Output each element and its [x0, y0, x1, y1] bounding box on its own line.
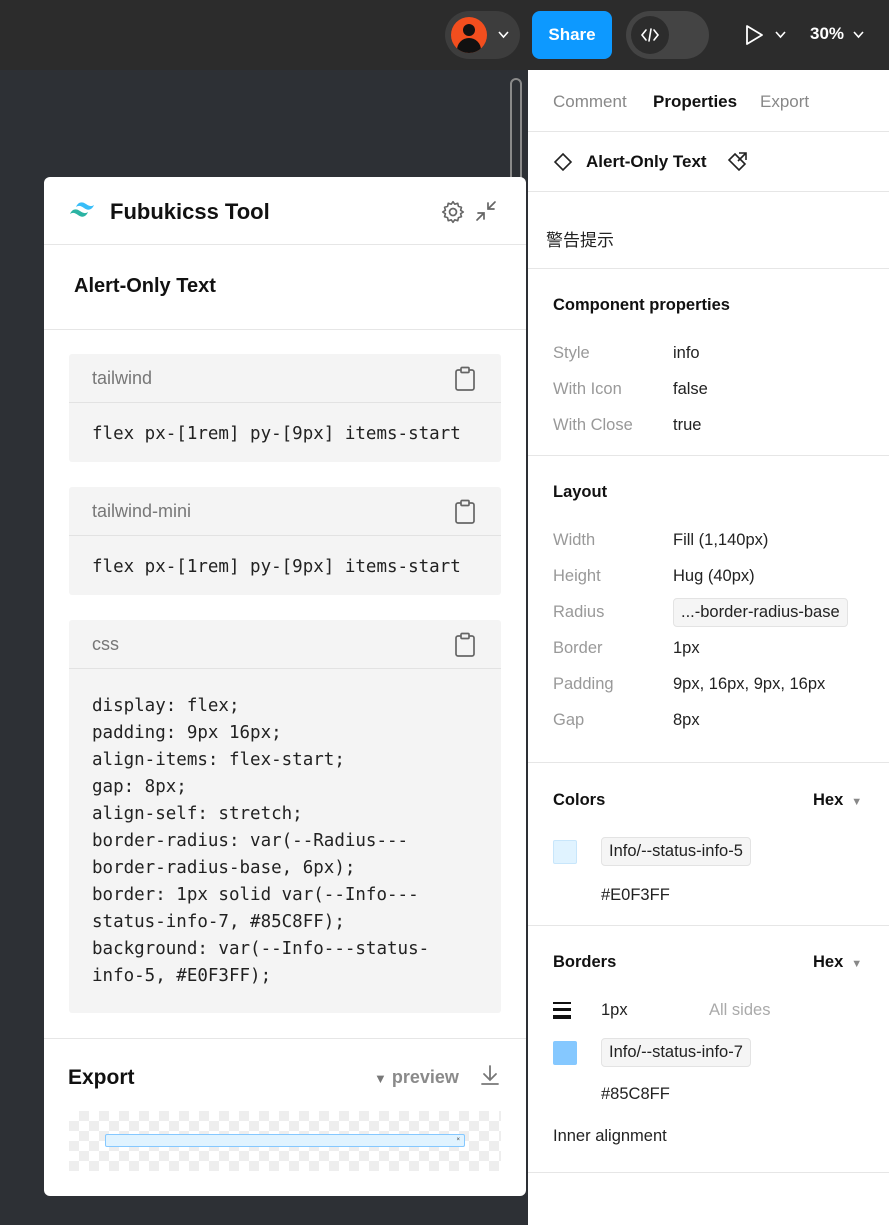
- properties-panel: Comment Properties Export Alert-Only Tex…: [528, 70, 889, 1225]
- dev-mode-toggle[interactable]: [626, 11, 709, 59]
- prop-value: true: [673, 416, 702, 434]
- gear-icon[interactable]: [440, 199, 466, 225]
- export-section: Export ▼ preview ×: [44, 1038, 526, 1196]
- code-block-label: css: [92, 634, 119, 654]
- color-swatch: [553, 840, 577, 864]
- layout-label: Gap: [553, 711, 585, 729]
- share-button[interactable]: Share: [532, 11, 612, 59]
- clipboard-icon[interactable]: [454, 366, 476, 392]
- component-instance-icon: [553, 152, 573, 172]
- borders-section: Borders Hex ▼ 1px All sides Info/--status…: [528, 926, 889, 1173]
- code-block-tailwind-mini: tailwind-mini flex px-[1rem] py-[9px] it…: [69, 487, 501, 595]
- border-sides: All sides: [709, 1001, 771, 1019]
- layout-value: 8px: [673, 711, 700, 729]
- code-content[interactable]: flex px-[1rem] py-[9px] items-start: [69, 536, 501, 599]
- tab-comment[interactable]: Comment: [553, 92, 627, 112]
- code-block-css: css display: flex; padding: 9px 16px; al…: [69, 620, 501, 1013]
- layout-label: Padding: [553, 675, 614, 693]
- layout-label: Height: [553, 567, 601, 585]
- border-color-hex[interactable]: #85C8FF: [601, 1085, 670, 1104]
- prop-value: false: [673, 380, 708, 398]
- clipboard-icon[interactable]: [454, 499, 476, 525]
- tailwind-logo-icon: [70, 202, 94, 217]
- component-name: Alert-Only Text: [74, 275, 216, 297]
- component-properties-section: Component properties Style info With Ico…: [528, 269, 889, 456]
- border-weight: 1px: [601, 1001, 628, 1019]
- border-weight-icon: [553, 1002, 571, 1019]
- colors-section: Colors Hex ▼ Info/--status-info-5 #E0F3FF: [528, 763, 889, 926]
- chevron-down-icon[interactable]: [498, 31, 509, 39]
- color-format-select[interactable]: Hex ▼: [813, 791, 862, 810]
- component-header: Alert-Only Text: [528, 132, 889, 192]
- component-title: Alert-Only Text: [586, 152, 707, 171]
- alert-preview-thumbnail: ×: [105, 1134, 465, 1147]
- prop-label: With Close: [553, 416, 633, 434]
- present-button[interactable]: [743, 24, 786, 51]
- tab-export[interactable]: Export: [760, 92, 809, 112]
- code-icon: [640, 28, 660, 42]
- chevron-down-icon[interactable]: [775, 31, 786, 39]
- preview-toggle[interactable]: ▼ preview: [374, 1067, 459, 1088]
- prop-value: info: [673, 344, 700, 362]
- prop-label: With Icon: [553, 380, 622, 398]
- export-preview-image: ×: [69, 1111, 501, 1171]
- zoom-control[interactable]: 30%: [810, 24, 864, 44]
- section-title: Layout: [553, 483, 608, 501]
- avatar[interactable]: [451, 17, 487, 53]
- export-title: Export: [68, 1066, 135, 1089]
- color-token[interactable]: Info/--status-info-5: [601, 837, 751, 866]
- section-title: Borders: [553, 953, 617, 971]
- close-icon: ×: [456, 1137, 460, 1143]
- preview-label: preview: [391, 1067, 459, 1087]
- plugin-header: Fubukicss Tool: [44, 177, 526, 245]
- code-block-tailwind: tailwind flex px-[1rem] py-[9px] items-s…: [69, 354, 501, 462]
- chevron-down-icon: [853, 30, 864, 38]
- layout-value: Fill (1,140px): [673, 531, 769, 549]
- layout-label: Border: [553, 639, 603, 657]
- selected-component: Alert-Only Text: [44, 245, 526, 330]
- clipboard-icon[interactable]: [454, 632, 476, 658]
- layout-label: Width: [553, 531, 596, 549]
- go-to-component-icon[interactable]: [725, 150, 749, 174]
- component-description: 警告提示: [528, 192, 889, 269]
- play-icon: [746, 25, 763, 45]
- inner-alignment-label: Inner alignment: [553, 1127, 667, 1145]
- zoom-level: 30%: [810, 24, 845, 43]
- plugin-panel: Fubukicss Tool Alert-Only Text tailwind …: [44, 177, 526, 1196]
- border-format-select[interactable]: Hex ▼: [813, 953, 862, 972]
- section-title: Component properties: [553, 296, 730, 314]
- tab-bar: Comment Properties Export: [528, 70, 889, 132]
- layout-label: Radius: [553, 603, 605, 621]
- code-content[interactable]: flex px-[1rem] py-[9px] items-start: [69, 403, 501, 466]
- border-color-swatch: [553, 1041, 577, 1065]
- code-block-label: tailwind-mini: [92, 501, 192, 521]
- canvas-scrollbar[interactable]: [510, 78, 522, 188]
- user-menu[interactable]: [445, 11, 520, 59]
- layout-value: 9px, 16px, 9px, 16px: [673, 675, 826, 693]
- layout-value: Hug (40px): [673, 567, 755, 585]
- code-content[interactable]: display: flex; padding: 9px 16px; align-…: [69, 669, 501, 1008]
- layout-section: Layout Width Fill (1,140px) Height Hug (…: [528, 456, 889, 763]
- download-icon[interactable]: [480, 1064, 500, 1086]
- section-title: Colors: [553, 791, 606, 809]
- layout-value: 1px: [673, 639, 700, 657]
- caret-down-icon: ▼: [374, 1071, 387, 1086]
- border-color-token[interactable]: Info/--status-info-7: [601, 1038, 751, 1067]
- plugin-title: Fubukicss Tool: [110, 199, 270, 224]
- collapse-icon[interactable]: [474, 199, 498, 223]
- top-toolbar: Share 30%: [0, 0, 889, 70]
- prop-label: Style: [553, 344, 590, 362]
- radius-token[interactable]: ...-border-radius-base: [673, 598, 848, 627]
- color-hex[interactable]: #E0F3FF: [601, 886, 670, 905]
- code-block-label: tailwind: [92, 368, 153, 388]
- description-text: 警告提示: [546, 231, 614, 251]
- tab-properties[interactable]: Properties: [653, 92, 737, 112]
